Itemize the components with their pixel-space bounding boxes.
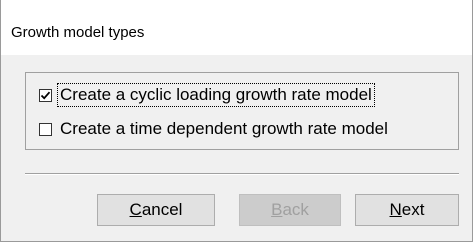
growth-model-dialog: Growth model types Create a cyclic loadi… — [0, 0, 473, 242]
back-mnemonic: B — [271, 200, 283, 219]
cancel-label-rest: ancel — [141, 200, 183, 219]
option-cyclic-loading[interactable]: Create a cyclic loading growth rate mode… — [26, 83, 375, 107]
cyclic-loading-label[interactable]: Create a cyclic loading growth rate mode… — [57, 83, 375, 107]
dialog-title: Growth model types — [11, 24, 145, 41]
separator-line — [25, 173, 459, 175]
cancel-button[interactable]: Cancel — [97, 194, 215, 226]
option-time-dependent[interactable]: Create a time dependent growth rate mode… — [26, 117, 390, 141]
model-options-group: Create a cyclic loading growth rate mode… — [25, 72, 459, 150]
time-dependent-label[interactable]: Create a time dependent growth rate mode… — [58, 118, 390, 140]
dialog-header: Growth model types — [1, 0, 472, 55]
next-label-rest: ext — [401, 200, 425, 219]
next-button[interactable]: Next — [355, 194, 459, 226]
cyclic-loading-checkbox[interactable] — [39, 88, 52, 102]
time-dependent-checkbox[interactable] — [39, 122, 52, 136]
back-button[interactable]: Back — [239, 194, 341, 226]
back-label-rest: ack — [282, 200, 309, 219]
next-mnemonic: N — [389, 200, 402, 219]
cancel-mnemonic: C — [129, 200, 142, 219]
checkmark-icon — [40, 91, 51, 100]
